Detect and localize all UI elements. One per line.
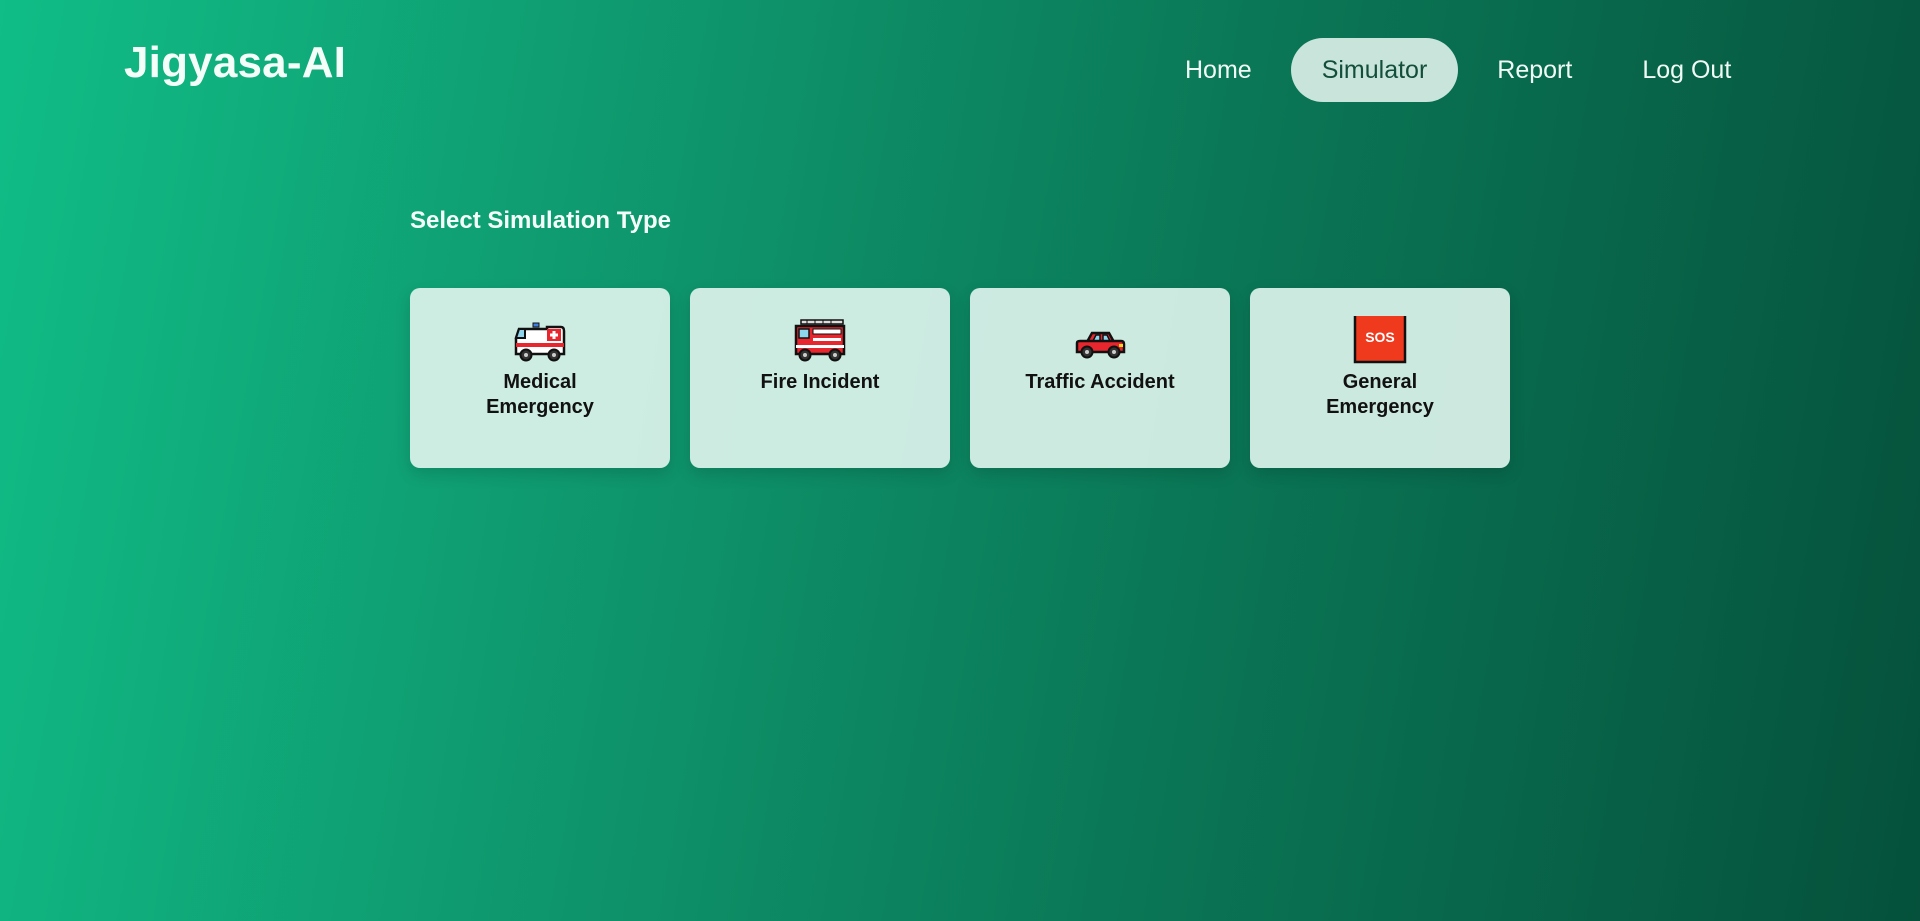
ambulance-icon	[514, 322, 566, 362]
card-label: Traffic Accident	[1025, 371, 1175, 393]
simulation-type-list: Medical Emergency Fire Incident Traffic …	[410, 288, 1510, 468]
header: Jigyasa-AI Home Simulator Report Log Out	[0, 0, 1920, 140]
app-logo[interactable]: Jigyasa-AI	[124, 38, 346, 88]
card-traffic-accident[interactable]: Traffic Accident	[970, 288, 1230, 468]
nav-report[interactable]: Report	[1466, 38, 1603, 102]
nav-log-out[interactable]: Log Out	[1611, 38, 1762, 102]
fire-engine-icon	[794, 319, 846, 362]
card-label: Medical Emergency	[486, 371, 594, 418]
card-label: General Emergency	[1326, 371, 1434, 418]
car-icon	[1075, 331, 1126, 359]
card-label: Fire Incident	[760, 371, 880, 393]
nav-simulator[interactable]: Simulator	[1290, 38, 1459, 102]
sos-icon-text: SOS	[1365, 329, 1395, 345]
main-nav: Home Simulator Report Log Out	[1154, 38, 1770, 102]
card-fire-incident[interactable]: Fire Incident	[690, 288, 950, 468]
nav-home[interactable]: Home	[1154, 38, 1283, 102]
card-general-emergency[interactable]: SOS General Emergency	[1250, 288, 1510, 468]
section-title: Select Simulation Type	[410, 207, 671, 234]
card-medical-emergency[interactable]: Medical Emergency	[410, 288, 670, 468]
sos-icon: SOS	[1353, 316, 1407, 364]
